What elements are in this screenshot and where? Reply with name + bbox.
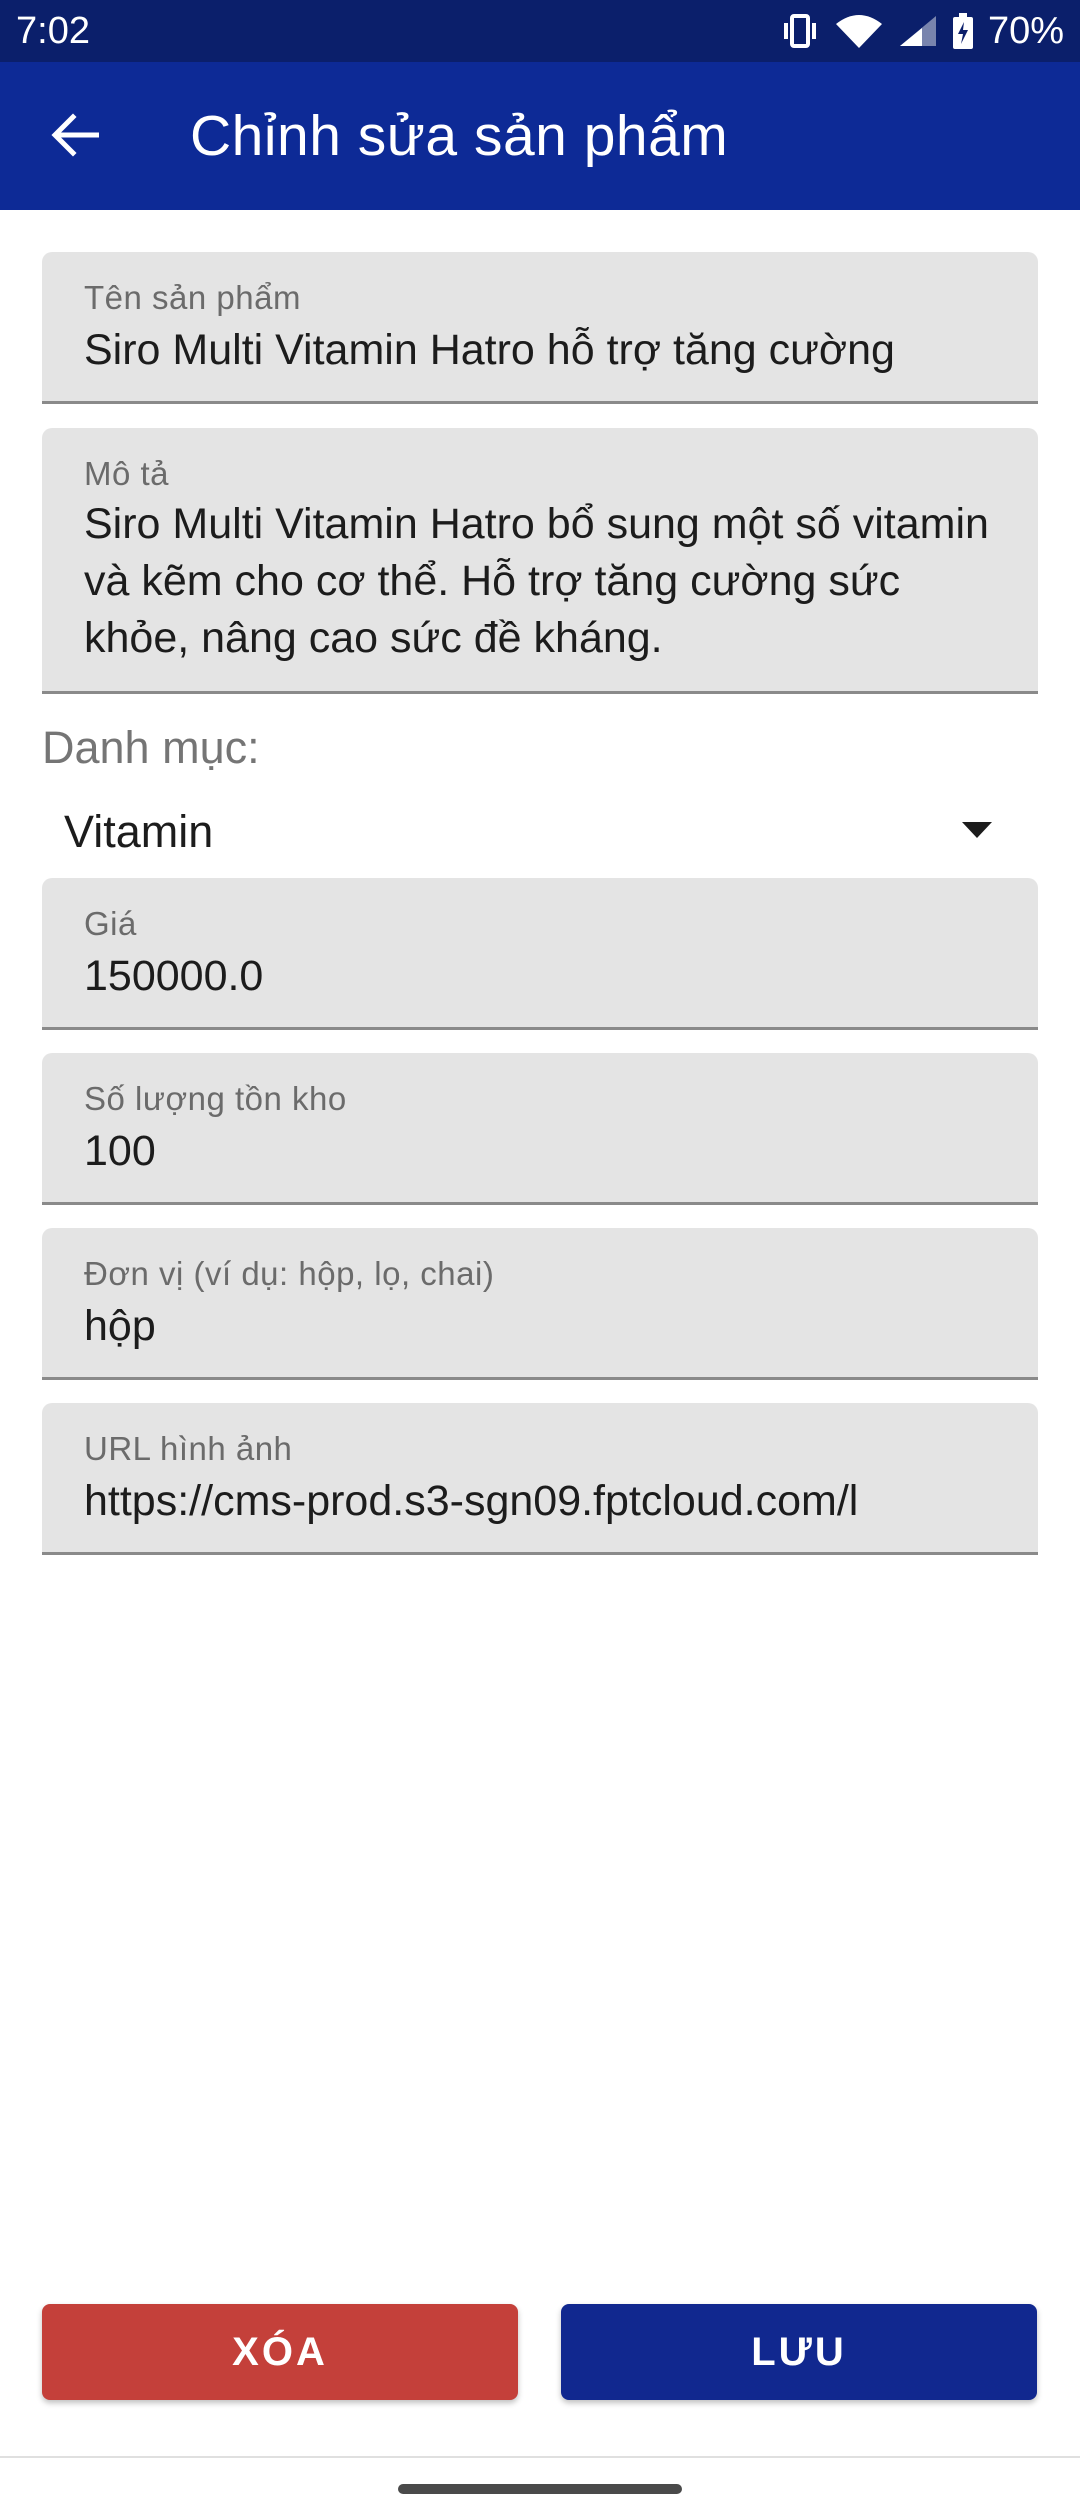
price-value: 150000.0: [84, 952, 264, 1000]
battery-percent: 70%: [987, 9, 1064, 52]
image-url-value: https://cms-prod.s3-sgn09.fptcloud.com/l: [84, 1477, 859, 1525]
back-button[interactable]: [40, 102, 110, 172]
app-bar: Chỉnh sửa sản phẩm: [0, 62, 1080, 210]
product-name-label: Tên sản phẩm: [84, 279, 301, 316]
stock-value: 100: [84, 1127, 156, 1175]
category-selected-value: Vitamin: [64, 806, 214, 857]
delete-button[interactable]: XÓA: [42, 2304, 518, 2400]
image-url-field[interactable]: URL hình ảnh https://cms-prod.s3-sgn09.f…: [42, 1403, 1038, 1555]
product-name-value: Siro Multi Vitamin Hatro hỗ trợ tăng cườ…: [84, 326, 895, 374]
battery-icon: [952, 13, 974, 49]
unit-value: hộp: [84, 1302, 156, 1350]
status-icons: 70%: [780, 10, 1064, 53]
image-url-label: URL hình ảnh: [84, 1430, 293, 1467]
unit-field[interactable]: Đơn vị (ví dụ: hộp, lọ, chai) hộp: [42, 1228, 1038, 1380]
unit-label: Đơn vị (ví dụ: hộp, lọ, chai): [84, 1255, 495, 1292]
arrow-back-icon: [51, 112, 100, 162]
stock-label: Số lượng tồn kho: [84, 1080, 347, 1117]
home-indicator[interactable]: [398, 2484, 682, 2494]
product-name-field[interactable]: Tên sản phẩm Siro Multi Vitamin Hatro hỗ…: [42, 252, 1038, 404]
status-bar: 7:02 70%: [0, 0, 1080, 62]
page-title: Chỉnh sửa sản phẩm: [190, 104, 729, 168]
description-field[interactable]: Mô tả Siro Multi Vitamin Hatro bổ sung m…: [42, 428, 1038, 694]
description-label: Mô tả: [84, 455, 170, 492]
price-label: Giá: [84, 905, 137, 942]
dropdown-arrow-icon: [962, 822, 992, 843]
vibrate-icon: [780, 14, 820, 48]
wifi-icon: [834, 14, 884, 48]
category-dropdown[interactable]: Vitamin: [42, 792, 1038, 872]
category-label: Danh mục:: [42, 722, 260, 773]
save-button[interactable]: LƯU: [561, 2304, 1037, 2400]
stock-field[interactable]: Số lượng tồn kho 100: [42, 1053, 1038, 1205]
price-field[interactable]: Giá 150000.0: [42, 878, 1038, 1030]
status-time: 7:02: [16, 9, 90, 52]
description-value: Siro Multi Vitamin Hatro bổ sung một số …: [84, 500, 989, 662]
nav-divider: [0, 2456, 1080, 2458]
signal-icon: [898, 14, 938, 48]
